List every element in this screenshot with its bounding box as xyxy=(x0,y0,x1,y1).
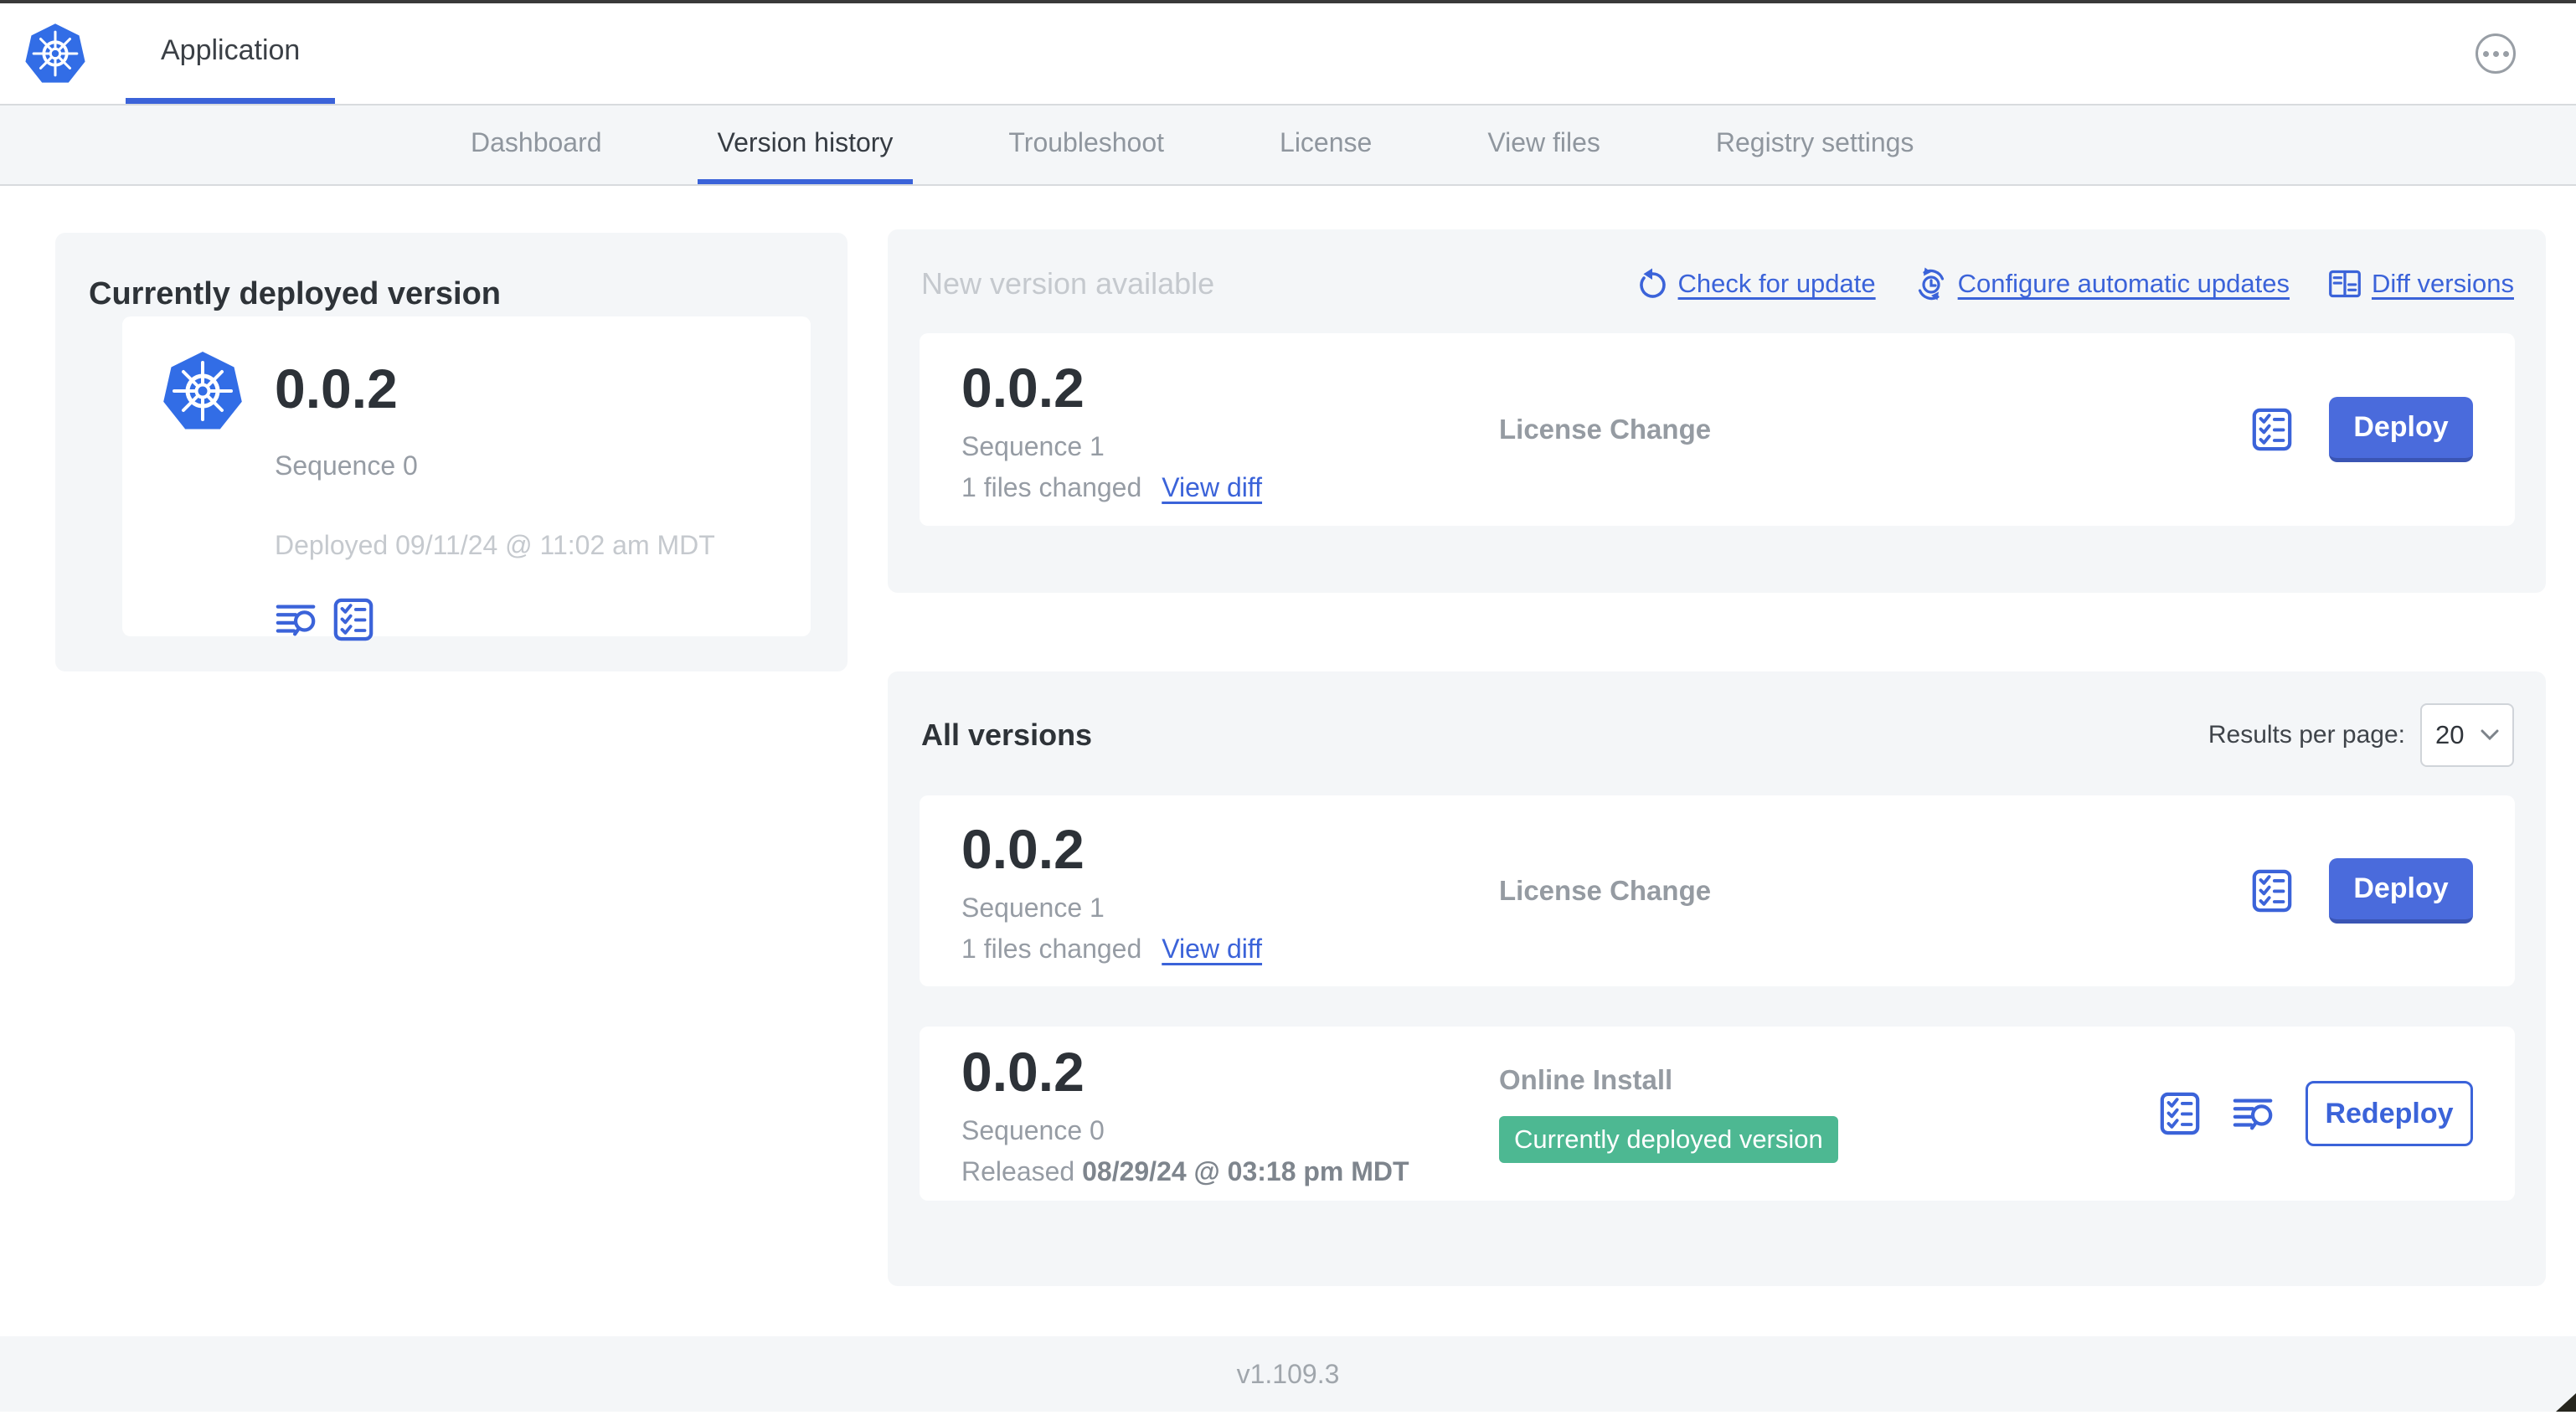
overflow-menu-button[interactable] xyxy=(2476,33,2516,74)
tab-registry-settings[interactable]: Registry settings xyxy=(1696,105,1935,184)
new-version-section: New version available Check for update C… xyxy=(888,229,2546,593)
tab-view-files[interactable]: View files xyxy=(1467,105,1620,184)
currently-deployed-card: 0.0.2 Sequence 0 Deployed 09/11/24 @ 11:… xyxy=(122,316,811,636)
app-title-label: Application xyxy=(161,34,301,66)
currently-deployed-title: Currently deployed version xyxy=(89,276,502,311)
clock-sync-icon xyxy=(1914,267,1948,301)
main-content: Currently deployed version 0.0.2 Sequenc… xyxy=(0,186,2576,1412)
results-per-page-value: 20 xyxy=(2435,720,2465,749)
check-for-update-link[interactable]: Check for update xyxy=(1635,267,1876,301)
view-diff-link[interactable]: View diff xyxy=(1162,472,1262,503)
app-nav-tabs: Dashboard Version history Troubleshoot L… xyxy=(0,105,2576,186)
version-row: 0.0.2 Sequence 1 1 files changed View di… xyxy=(920,795,2515,986)
currently-deployed-badge: Currently deployed version xyxy=(1499,1116,1838,1163)
footer: v1.109.3 xyxy=(0,1336,2576,1412)
preflight-checklist-icon[interactable] xyxy=(2158,1092,2202,1135)
version-source-label: License Change xyxy=(1499,875,1712,906)
tab-version-history[interactable]: Version history xyxy=(697,105,914,184)
results-per-page-select[interactable]: 20 xyxy=(2420,703,2514,767)
view-logs-icon[interactable] xyxy=(275,598,318,641)
version-source-label: License Change xyxy=(1499,414,1712,445)
version-number: 0.0.2 xyxy=(961,1041,1084,1103)
version-number: 0.0.2 xyxy=(961,818,1084,880)
configure-automatic-updates-link[interactable]: Configure automatic updates xyxy=(1914,267,2290,301)
deployed-sequence-label: Sequence 0 xyxy=(275,450,418,481)
app-header: Application xyxy=(0,3,2576,105)
refresh-arrow-icon xyxy=(1635,267,1668,301)
files-changed-label: 1 files changed xyxy=(961,472,1142,502)
preflight-checklist-icon[interactable] xyxy=(332,598,375,641)
new-version-card: 0.0.2 Sequence 1 1 files changed View di… xyxy=(920,333,2515,526)
preflight-checklist-icon[interactable] xyxy=(2250,408,2294,451)
sequence-label: Sequence 0 xyxy=(961,1115,1105,1145)
released-timestamp: Released 08/29/24 @ 03:18 pm MDT xyxy=(961,1156,1409,1186)
sequence-label: Sequence 1 xyxy=(961,893,1105,923)
diff-versions-link[interactable]: Diff versions xyxy=(2328,267,2514,301)
tab-license[interactable]: License xyxy=(1260,105,1392,184)
currently-deployed-panel: Currently deployed version 0.0.2 Sequenc… xyxy=(55,233,848,671)
view-logs-icon[interactable] xyxy=(2232,1092,2275,1135)
ellipsis-icon xyxy=(2482,50,2489,57)
chevron-down-icon xyxy=(2481,729,2499,741)
all-versions-title: All versions xyxy=(921,718,1093,752)
app-title-tab[interactable]: Application xyxy=(126,3,336,104)
deployed-timestamp: Deployed 09/11/24 @ 11:02 am MDT xyxy=(275,530,715,560)
preflight-checklist-icon[interactable] xyxy=(2250,869,2294,913)
sequence-label: Sequence 1 xyxy=(961,431,1105,461)
tab-troubleshoot[interactable]: Troubleshoot xyxy=(988,105,1184,184)
all-versions-section: All versions Results per page: 20 0.0.2 … xyxy=(888,671,2546,1286)
app-manager-version: v1.109.3 xyxy=(1236,1358,1340,1389)
deploy-button[interactable]: Deploy xyxy=(2329,858,2473,924)
view-diff-link[interactable]: View diff xyxy=(1162,934,1262,965)
version-number: 0.0.2 xyxy=(961,357,1084,419)
tab-dashboard[interactable]: Dashboard xyxy=(451,105,622,184)
version-row: 0.0.2 Sequence 0 Released 08/29/24 @ 03:… xyxy=(920,1027,2515,1201)
diff-columns-icon xyxy=(2328,267,2362,301)
cursor-artifact xyxy=(2556,1393,2576,1412)
results-per-page-label: Results per page: xyxy=(2208,721,2405,749)
new-version-title: New version available xyxy=(921,266,1215,301)
files-changed-label: 1 files changed xyxy=(961,934,1142,964)
version-source-label: Online Install xyxy=(1499,1064,1673,1095)
redeploy-button[interactable]: Redeploy xyxy=(2306,1081,2473,1146)
deployed-version-number: 0.0.2 xyxy=(275,358,398,419)
kubernetes-logo-icon xyxy=(23,21,87,86)
kubernetes-app-icon xyxy=(161,348,245,434)
deploy-button[interactable]: Deploy xyxy=(2329,397,2473,462)
